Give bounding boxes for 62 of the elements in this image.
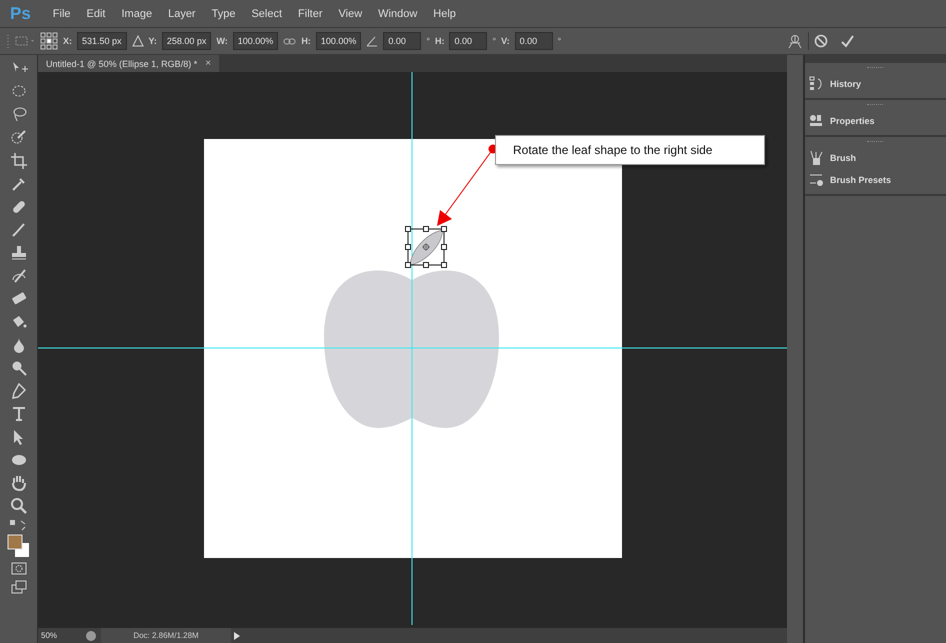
field-label: V: — [501, 36, 510, 46]
field-label: H: — [301, 36, 311, 46]
link-icon[interactable] — [283, 36, 296, 46]
input-field[interactable]: 0.00 — [449, 32, 488, 50]
screen-mode-icon[interactable] — [10, 579, 28, 595]
close-button[interactable]: × — [205, 58, 212, 69]
grip-icon — [6, 34, 10, 48]
menu-item[interactable]: Help — [425, 8, 464, 20]
crop-tool-icon[interactable] — [8, 151, 28, 171]
menu-item[interactable]: Image — [114, 8, 160, 20]
quick-mask-icon[interactable] — [10, 561, 28, 576]
input-field[interactable]: 531.50 px — [77, 32, 127, 50]
panel-item[interactable]: Brush — [809, 150, 946, 166]
transform-box[interactable] — [405, 226, 447, 268]
panel-label: History — [830, 79, 862, 89]
unit-label: ° — [558, 36, 562, 46]
panel-item[interactable]: History — [809, 76, 946, 92]
menu-item[interactable]: Window — [370, 8, 426, 20]
unit-label: ° — [492, 36, 496, 46]
input-field[interactable]: 0.00 — [514, 32, 553, 50]
menu-item[interactable]: Filter — [290, 8, 330, 20]
menu-item[interactable]: Layer — [160, 8, 204, 20]
brush-icon — [809, 150, 824, 166]
leaf-shape — [410, 230, 444, 266]
status-icon — [86, 630, 96, 640]
input-field[interactable]: 0.00 — [383, 32, 422, 50]
zoom-level[interactable]: 50% — [38, 631, 81, 640]
brush-presets-icon — [809, 172, 824, 188]
checkmark-icon[interactable] — [841, 34, 854, 48]
panel-item[interactable]: Properties — [809, 113, 946, 129]
swap-colors-icon[interactable] — [8, 519, 28, 531]
cancel-icon[interactable] — [814, 34, 828, 48]
warp-icon[interactable] — [787, 34, 803, 48]
field-label: Y: — [148, 36, 157, 46]
menu-item[interactable]: Type — [204, 8, 244, 20]
panel-item[interactable]: Brush Presets — [809, 172, 946, 188]
angle-icon — [366, 35, 378, 47]
panel-label: Brush — [830, 153, 856, 163]
callout-text: Rotate the leaf shape to the right side — [495, 135, 765, 165]
document-tab[interactable]: Untitled-1 @ 50% (Ellipse 1, RGB/8) * × — [38, 55, 220, 72]
properties-icon — [809, 113, 824, 129]
input-field[interactable]: 100.00% — [316, 32, 362, 50]
zoom-tool-icon[interactable] — [8, 496, 28, 516]
tab-title: Untitled-1 @ 50% (Ellipse 1, RGB/8) * — [46, 58, 198, 68]
document-size: Doc: 2.86M/1.28M — [101, 628, 231, 643]
menu-item[interactable]: Edit — [78, 8, 114, 20]
color-swatches-icon[interactable] — [7, 534, 30, 558]
history-icon — [809, 76, 824, 92]
panel-label: Properties — [830, 116, 875, 126]
reference-point-grid-icon[interactable] — [40, 32, 58, 50]
menu-item[interactable]: Select — [243, 8, 290, 20]
input-field[interactable]: 100.00% — [232, 32, 278, 50]
panel-label: Brush Presets — [830, 175, 892, 185]
menu-item[interactable]: File — [44, 8, 79, 20]
field-label: H: — [434, 36, 444, 46]
field-label: W: — [216, 36, 228, 46]
unit-label: ° — [426, 36, 430, 46]
triangle-icon — [132, 35, 144, 47]
app-logo: Ps — [9, 4, 32, 24]
field-label: X: — [63, 36, 72, 46]
menu-item[interactable]: View — [330, 8, 370, 20]
input-field[interactable]: 258.00 px — [162, 32, 212, 50]
